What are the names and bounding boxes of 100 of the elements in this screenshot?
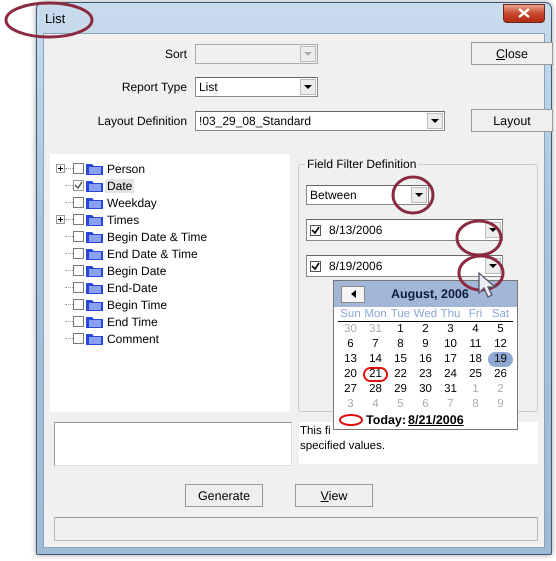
checkbox[interactable] xyxy=(73,248,84,259)
highlight-ring xyxy=(455,218,503,258)
checkbox[interactable] xyxy=(73,333,84,344)
layout-button[interactable]: Layout xyxy=(471,109,553,132)
calendar-day[interactable]: 11 xyxy=(463,337,488,352)
calendar-day[interactable]: 5 xyxy=(488,322,513,337)
notes-field[interactable] xyxy=(54,422,292,466)
left-arrow-icon xyxy=(350,290,356,298)
cursor-icon xyxy=(477,271,497,299)
tree-item[interactable]: Begin Time xyxy=(105,298,170,312)
today-circle-icon xyxy=(338,413,364,427)
checkbox[interactable] xyxy=(73,180,84,191)
calendar-day[interactable]: 14 xyxy=(363,352,388,367)
view-button[interactable]: View xyxy=(295,484,373,507)
expand-icon[interactable] xyxy=(56,215,65,224)
tree-item[interactable]: Weekday xyxy=(105,196,159,210)
weekday-label: Tue xyxy=(388,307,413,322)
calendar-day[interactable]: 8 xyxy=(388,337,413,352)
calendar-day[interactable]: 29 xyxy=(388,382,413,397)
calendar-day[interactable]: 15 xyxy=(388,352,413,367)
today-label: Today: xyxy=(366,413,406,427)
calendar-day[interactable]: 26 xyxy=(488,367,513,382)
tree-item[interactable]: End Time xyxy=(105,314,160,328)
tree-item[interactable]: Begin Date & Time xyxy=(105,230,210,244)
calendar-day[interactable]: 31 xyxy=(438,382,463,397)
tree-item[interactable]: Person xyxy=(105,162,148,176)
tree-item[interactable]: End-Date xyxy=(105,280,160,294)
calendar-day[interactable]: 30 xyxy=(413,382,438,397)
calendar-day[interactable]: 24 xyxy=(438,367,463,382)
group-title: Field Filter Definition xyxy=(305,157,418,171)
field-label: Report Type xyxy=(120,80,187,94)
checkbox[interactable] xyxy=(310,224,321,236)
checkbox[interactable] xyxy=(73,231,84,242)
close-button[interactable]: Close xyxy=(471,42,553,65)
expand-icon[interactable] xyxy=(56,164,65,173)
folder-icon xyxy=(86,281,103,294)
calendar-day[interactable]: 20 xyxy=(338,367,363,382)
folder-icon xyxy=(86,332,103,345)
checkbox[interactable] xyxy=(73,316,84,327)
previous-month-button[interactable] xyxy=(341,286,365,302)
folder-icon xyxy=(86,298,103,311)
calendar-day[interactable]: 23 xyxy=(413,367,438,382)
calendar-day[interactable]: 21 xyxy=(363,367,388,382)
calendar-day[interactable]: 3 xyxy=(438,322,463,337)
layout-definition-dropdown[interactable]: !03_29_08_Standard xyxy=(195,110,445,130)
tree-item[interactable]: Begin Date xyxy=(105,264,168,278)
weekday-label: Sun xyxy=(338,307,363,322)
folder-icon xyxy=(86,230,103,243)
folder-icon xyxy=(86,315,103,328)
field-label: Layout Definition xyxy=(96,114,187,128)
checkbox[interactable] xyxy=(310,260,321,272)
calendar-day[interactable]: 10 xyxy=(438,337,463,352)
description-text: This fi xyxy=(300,424,331,439)
calendar-day[interactable]: 22 xyxy=(388,367,413,382)
weekday-label: Sat xyxy=(488,307,513,322)
tree-item[interactable]: End Date & Time xyxy=(105,246,200,260)
calendar-title: August, 2006 xyxy=(391,287,469,301)
folder-icon xyxy=(86,196,103,209)
checkbox[interactable] xyxy=(73,163,84,174)
close-icon[interactable] xyxy=(503,4,545,22)
calendar-day[interactable]: 28 xyxy=(363,382,388,397)
folder-icon xyxy=(86,247,103,260)
date-picker[interactable]: 8/19/2006 xyxy=(306,255,503,277)
window-title: List xyxy=(45,10,66,26)
checkbox[interactable] xyxy=(73,265,84,276)
weekday-label: Fri xyxy=(463,307,488,322)
tree-item[interactable]: Times xyxy=(105,212,142,226)
tree-item[interactable]: Comment xyxy=(105,332,162,346)
calendar-day[interactable]: 2 xyxy=(413,322,438,337)
checkbox[interactable] xyxy=(73,282,84,293)
calendar-day[interactable]: 27 xyxy=(338,382,363,397)
calendar-day[interactable]: 6 xyxy=(338,337,363,352)
report-type-dropdown[interactable]: List xyxy=(195,77,318,97)
calendar-day[interactable]: 18 xyxy=(463,352,488,367)
folder-icon xyxy=(86,213,103,226)
tree-item[interactable]: Date xyxy=(105,178,134,192)
calendar-day[interactable]: 25 xyxy=(463,367,488,382)
highlight-ring xyxy=(391,175,435,215)
generate-button[interactable]: Generate xyxy=(185,484,263,507)
calendar-day[interactable]: 9 xyxy=(413,337,438,352)
calendar-day[interactable]: 7 xyxy=(363,337,388,352)
calendar-day[interactable]: 16 xyxy=(413,352,438,367)
description-text: specified values. xyxy=(300,439,386,454)
weekday-label: Wed xyxy=(413,307,438,322)
date-picker[interactable]: 8/13/2006 xyxy=(306,219,503,241)
field-label: Sort xyxy=(164,46,187,60)
calendar-day[interactable]: 4 xyxy=(463,322,488,337)
weekday-label: Thu xyxy=(438,307,463,322)
calendar-day[interactable]: 1 xyxy=(388,322,413,337)
calendar-day[interactable]: 12 xyxy=(488,337,513,352)
calendar-day[interactable]: 13 xyxy=(338,352,363,367)
calendar-day[interactable]: 17 xyxy=(438,352,463,367)
checkbox[interactable] xyxy=(73,197,84,208)
folder-icon xyxy=(86,179,103,192)
operator-dropdown[interactable]: Between xyxy=(306,185,429,205)
today-link[interactable]: 8/21/2006 xyxy=(408,413,464,427)
folder-icon xyxy=(86,162,103,175)
calendar-day[interactable]: 19 xyxy=(488,352,513,367)
checkbox[interactable] xyxy=(73,299,84,310)
checkbox[interactable] xyxy=(73,214,84,225)
